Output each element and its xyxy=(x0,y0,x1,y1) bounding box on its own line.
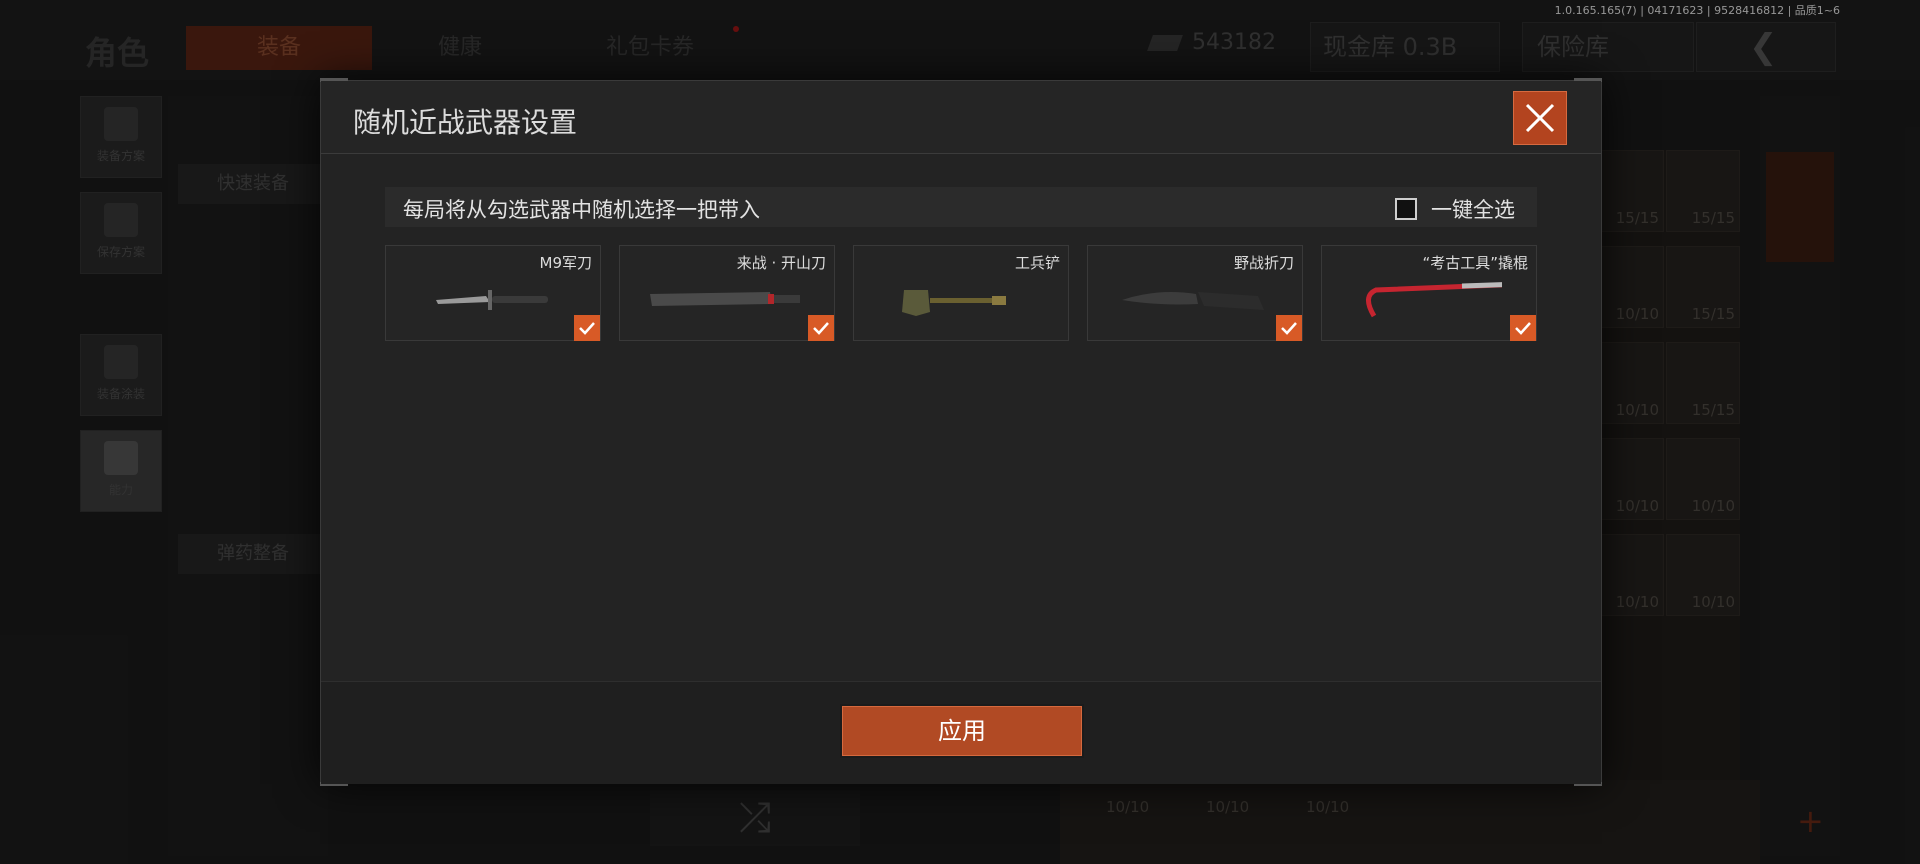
weapon-card-crowbar[interactable]: “考古工具”撬棍 xyxy=(1321,245,1537,341)
dialog-header: 随机近战武器设置 xyxy=(321,81,1601,154)
hint-bar: 每局将从勾选武器中随机选择一把带入 一键全选 xyxy=(385,187,1537,227)
close-icon xyxy=(1525,103,1555,133)
select-all-label: 一键全选 xyxy=(1431,198,1515,222)
apply-button[interactable]: 应用 xyxy=(842,706,1082,756)
weapon-name: M9军刀 xyxy=(539,254,593,272)
machete-icon xyxy=(650,292,800,306)
weapon-checkbox[interactable] xyxy=(574,315,600,341)
weapon-name: “考古工具”撬棍 xyxy=(1422,254,1528,272)
checkmark-icon xyxy=(1281,322,1297,335)
weapon-card-shovel[interactable]: 工兵铲 xyxy=(853,245,1069,341)
dialog-footer: 应用 xyxy=(321,681,1601,784)
crowbar-icon xyxy=(1366,282,1502,318)
weapon-card-folding-knife[interactable]: 野战折刀 xyxy=(1087,245,1303,341)
weapon-checkbox[interactable] xyxy=(1276,315,1302,341)
weapon-card-m9[interactable]: M9军刀 xyxy=(385,245,601,341)
weapon-name: 野战折刀 xyxy=(1233,254,1294,272)
checkmark-icon xyxy=(813,322,829,335)
combat-knife-icon xyxy=(436,290,548,310)
weapon-card-machete[interactable]: 来战 · 开山刀 xyxy=(619,245,835,341)
checkmark-icon xyxy=(579,322,595,335)
select-all-checkbox[interactable] xyxy=(1395,198,1417,220)
weapon-checkbox[interactable] xyxy=(1510,315,1536,341)
checkmark-icon xyxy=(1515,322,1531,335)
hint-text: 每局将从勾选武器中随机选择一把带入 xyxy=(403,198,760,222)
weapon-checkbox[interactable] xyxy=(808,315,834,341)
weapon-name: 工兵铲 xyxy=(1014,254,1060,272)
folding-knife-icon xyxy=(1122,292,1264,310)
random-melee-dialog: 随机近战武器设置 每局将从勾选武器中随机选择一把带入 一键全选 M9军刀 来战 … xyxy=(320,78,1602,786)
weapon-name: 来战 · 开山刀 xyxy=(736,254,826,272)
select-all-toggle[interactable]: 一键全选 xyxy=(1395,194,1515,224)
shovel-icon xyxy=(902,290,1006,316)
close-button[interactable] xyxy=(1513,91,1567,145)
dialog-title: 随机近战武器设置 xyxy=(353,106,578,139)
